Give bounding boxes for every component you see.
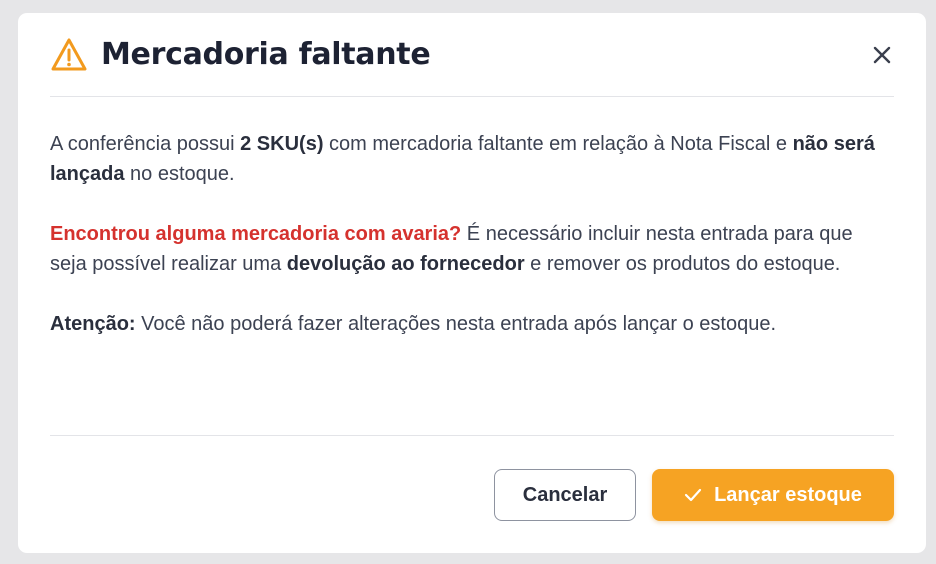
cancel-button[interactable]: Cancelar	[494, 469, 636, 521]
check-icon	[684, 488, 702, 502]
damage-question: Encontrou alguma mercadoria com avaria?	[50, 223, 462, 245]
footer-divider	[50, 435, 894, 436]
warning-triangle-icon	[50, 36, 88, 74]
close-icon[interactable]	[870, 43, 894, 67]
paragraph-text: e remover os produtos do estoque.	[524, 253, 841, 275]
sku-count: 2 SKU(s)	[240, 133, 324, 155]
attention-paragraph: Atenção: Você não poderá fazer alteraçõe…	[50, 309, 894, 339]
return-to-supplier-emphasis: devolução ao fornecedor	[286, 253, 525, 275]
cancel-button-label: Cancelar	[522, 483, 608, 506]
dialog: Mercadoria faltante A conferência possui…	[18, 13, 926, 553]
dialog-body: A conferência possui 2 SKU(s) com mercad…	[50, 129, 894, 369]
dialog-header: Mercadoria faltante	[50, 13, 894, 97]
paragraph-text: Você não poderá fazer alterações nesta e…	[135, 313, 777, 335]
paragraph-text: A conferência possui	[50, 133, 241, 155]
launch-stock-button-label: Lançar estoque	[714, 483, 862, 506]
paragraph-text: com mercadoria faltante em relação à Not…	[323, 133, 793, 155]
dialog-title: Mercadoria faltante	[101, 37, 431, 72]
missing-goods-paragraph: A conferência possui 2 SKU(s) com mercad…	[50, 129, 894, 189]
damage-paragraph: Encontrou alguma mercadoria com avaria? …	[50, 219, 894, 279]
launch-stock-button[interactable]: Lançar estoque	[652, 469, 894, 521]
paragraph-text: no estoque.	[124, 163, 235, 185]
attention-label: Atenção:	[50, 313, 136, 335]
